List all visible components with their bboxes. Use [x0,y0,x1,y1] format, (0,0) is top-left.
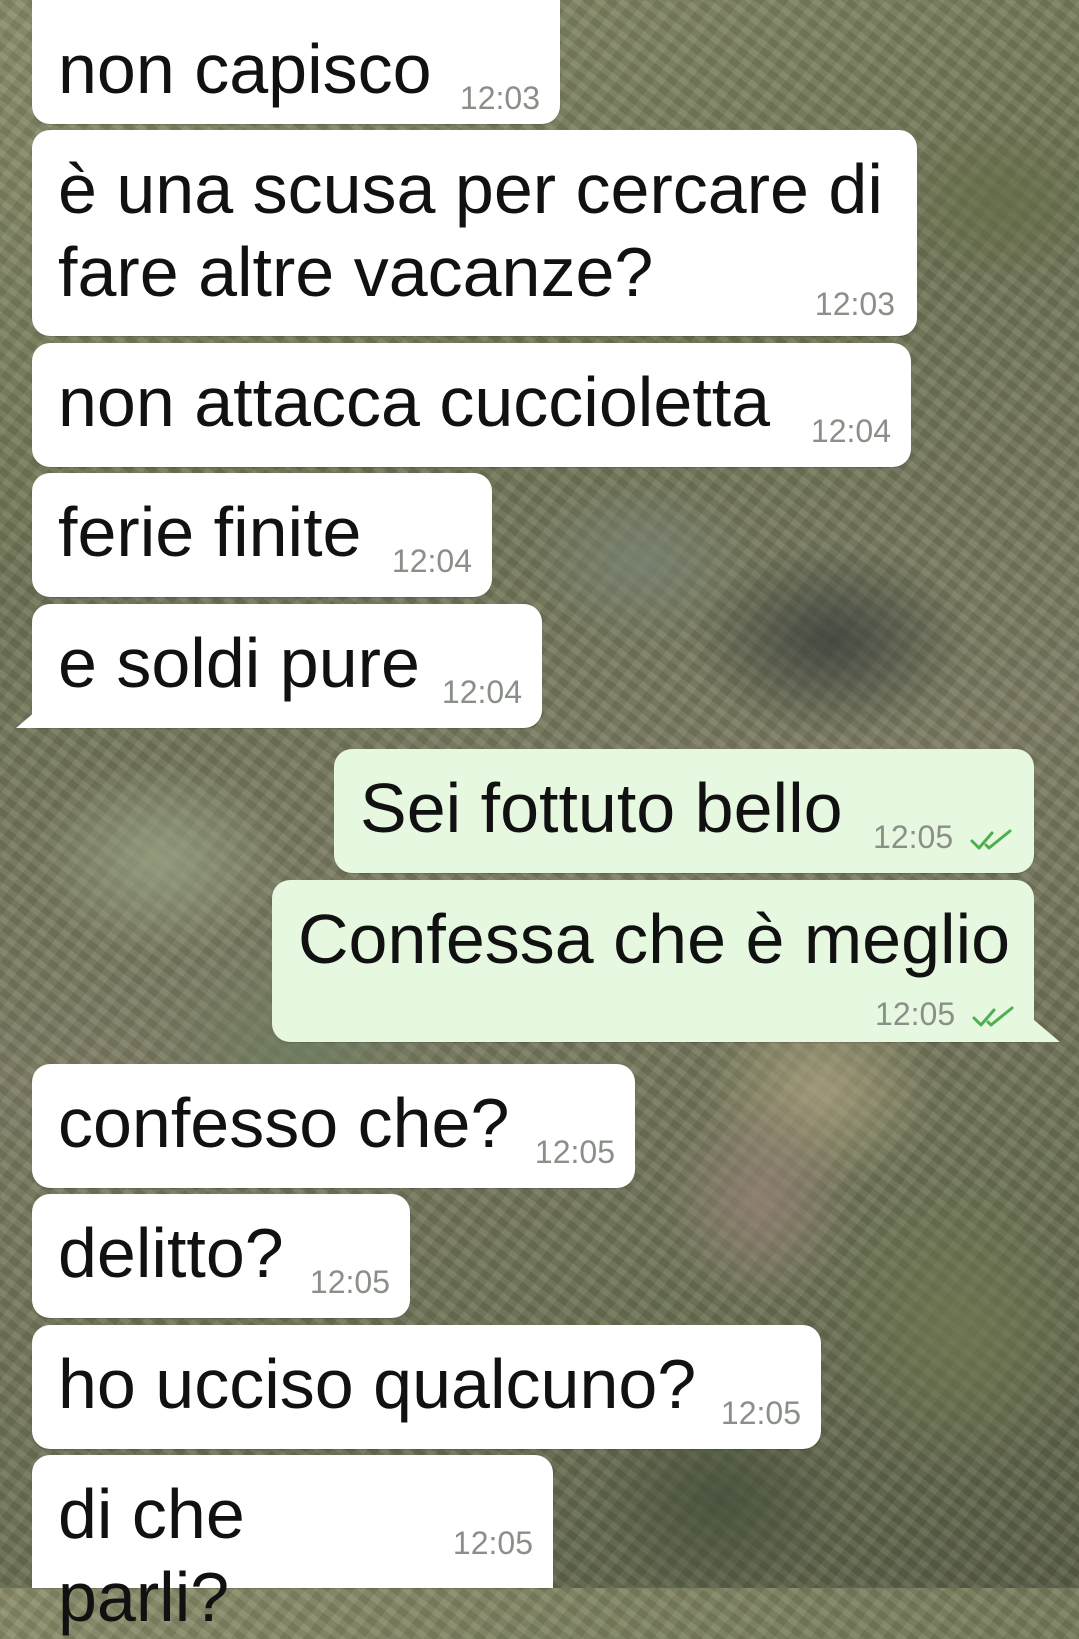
message-bubble-incoming[interactable]: 12:03 non capisco [32,0,560,124]
message-text: non capisco [58,30,432,108]
message-time: 12:05 [873,819,954,855]
message-time: 12:04 [441,674,522,710]
message-bubble-incoming[interactable]: 12:05 confesso che? [32,1064,635,1188]
message-time: 12:05 [534,1134,615,1170]
message-meta: 12:05 [875,998,1016,1030]
message-bubble-incoming[interactable]: è una scusa per cercare di fare altre va… [32,130,917,336]
message-bubble-incoming[interactable]: 12:05 delitto? [32,1194,410,1318]
message-meta: 12:05 [873,821,1014,853]
message-time: 12:04 [810,413,891,449]
message-text: Confessa che è meglio [298,900,1011,978]
message-bubble-outgoing[interactable]: 12:05 Sei fottuto bello [334,749,1034,873]
message-text: e soldi pure [58,624,420,702]
message-bubble-outgoing[interactable]: Confessa che è meglio 12:05 [272,880,1034,1042]
message-bubble-incoming[interactable]: 12:05 ho ucciso qualcuno? [32,1325,821,1449]
message-time: 12:05 [720,1395,801,1431]
message-time: 12:05 [452,1525,533,1561]
bubble-tail [1034,1020,1060,1042]
message-time: 12:05 [875,996,956,1032]
message-time: 12:04 [391,543,472,579]
message-text: ferie finite [58,493,362,571]
message-text: non attacca cuccioletta [58,363,771,441]
message-bubble-incoming[interactable]: 12:04 non attacca cuccioletta [32,343,911,467]
message-time: 12:03 [814,286,895,322]
message-bubble-incoming[interactable]: 12:04 e soldi pure [32,604,542,728]
message-bubble-incoming[interactable]: 12:04 ferie finite [32,473,492,597]
message-time: 12:05 [309,1264,390,1300]
message-bubble-incoming[interactable]: 12:05 di che parli? [32,1455,553,1636]
message-text: delitto? [58,1214,284,1292]
message-text: di che parli? [58,1475,245,1636]
read-double-check-icon [970,829,1012,850]
chat-screen: { "messages": [ {"text": "non capisco", … [0,0,1079,1636]
read-double-check-icon [972,1006,1014,1027]
message-time: 12:03 [459,80,540,116]
bubble-tail [16,706,42,728]
message-text: Sei fottuto bello [360,769,843,847]
message-text: è una scusa per cercare di fare altre va… [58,150,883,311]
message-text: confesso che? [58,1084,510,1162]
message-text: ho ucciso qualcuno? [58,1345,697,1423]
